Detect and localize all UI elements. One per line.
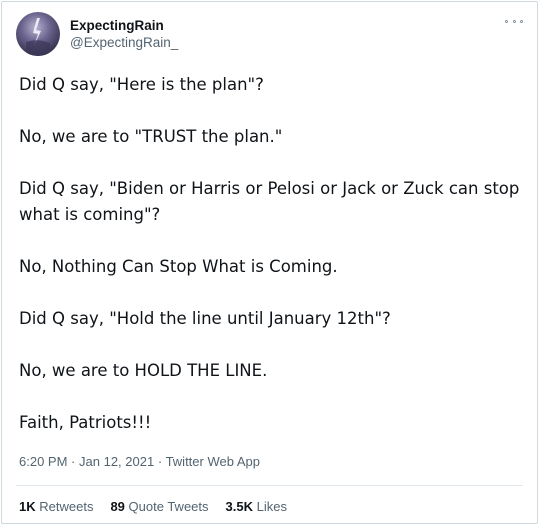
tweet-stats: 1K Retweets 89 Quote Tweets 3.5K Likes [19,499,304,514]
tweet-paragraph: No, we are to "TRUST the plan." [19,127,283,146]
likes-label: Likes [256,499,287,514]
tweet-paragraph: No, we are to HOLD THE LINE. [19,361,268,380]
avatar[interactable] [16,12,60,56]
likes-count: 3.5K [225,499,253,514]
retweets-count: 1K [19,499,36,514]
tweet-paragraph: Did Q say, "Here is the plan"? [19,75,264,94]
tweet-paragraph: Did Q say, "Biden or Harris or Pelosi or… [19,179,520,224]
author-display-name[interactable]: ExpectingRain [70,17,178,34]
quote-tweets-label: Quote Tweets [128,499,209,514]
storm-avatar-icon [16,12,60,56]
retweets-stat[interactable]: 1K Retweets [19,499,93,514]
tweet-source[interactable]: Twitter Web App [166,454,260,469]
author-names: ExpectingRain @ExpectingRain_ [70,17,178,51]
tweet-meta: 6:20 PM · Jan 12, 2021 · Twitter Web App [19,454,260,469]
meta-separator: · [71,454,76,469]
more-dot [520,19,523,23]
more-options-icon[interactable] [505,16,523,26]
more-dot [512,19,516,23]
likes-stat[interactable]: 3.5K Likes [226,499,287,514]
quote-tweets-stat[interactable]: 89 Quote Tweets [110,499,208,514]
tweet-date[interactable]: Jan 12, 2021 [79,454,154,469]
tweet-card: ExpectingRain @ExpectingRain_ Did Q say,… [1,1,538,524]
more-dot [505,19,508,23]
tweet-header: ExpectingRain @ExpectingRain_ [16,12,178,56]
quote-tweets-count: 89 [110,499,125,514]
tweet-paragraph: Did Q say, "Hold the line until January … [19,309,391,328]
author-handle[interactable]: @ExpectingRain_ [70,34,178,51]
tweet-text: Did Q say, "Here is the plan"? No, we ar… [19,72,524,436]
tweet-paragraph: Faith, Patriots!!! [19,413,152,432]
divider [16,485,523,486]
retweets-label: Retweets [39,499,94,514]
meta-separator: · [157,454,163,469]
tweet-time[interactable]: 6:20 PM [19,454,67,469]
tweet-paragraph: No, Nothing Can Stop What is Coming. [19,257,338,276]
